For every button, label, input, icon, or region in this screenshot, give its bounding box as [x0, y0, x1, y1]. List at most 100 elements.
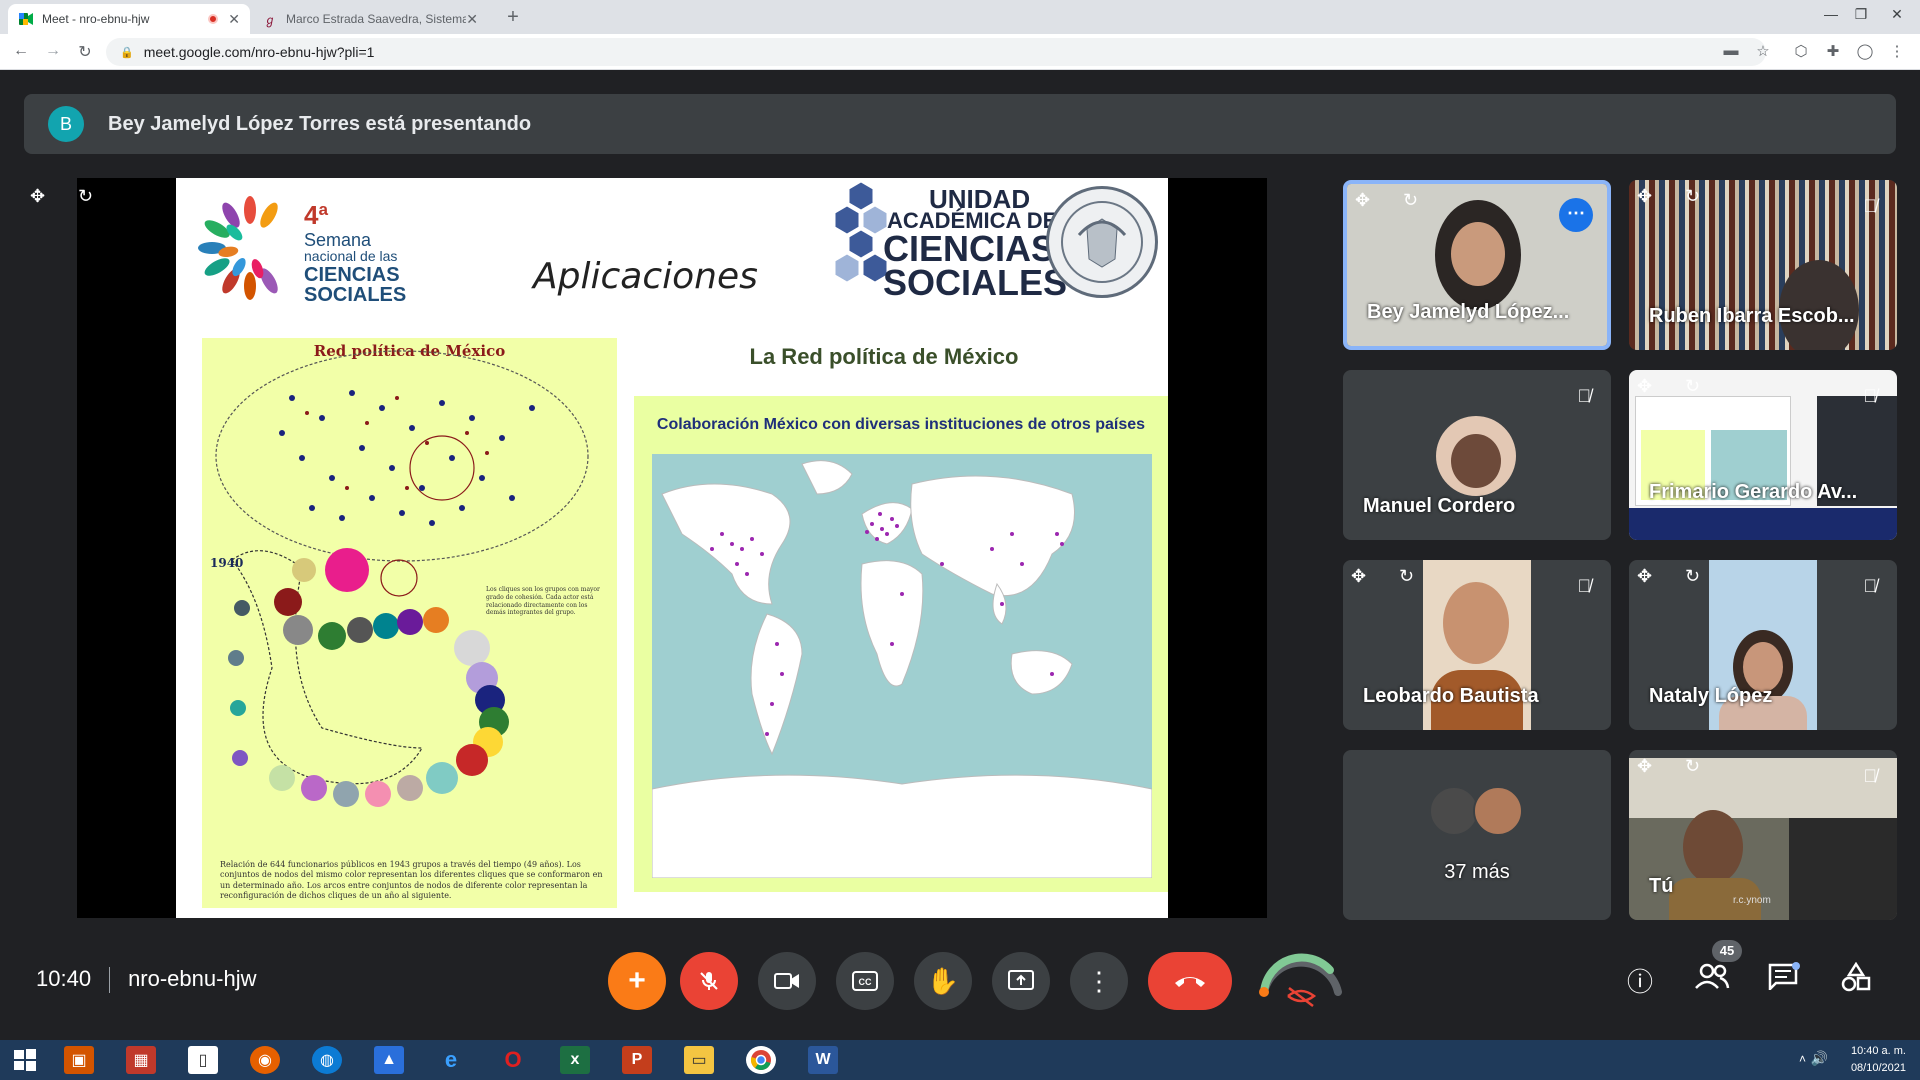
present-now-button[interactable]: [992, 952, 1050, 1010]
bookmark-star-icon[interactable]: ☆: [1752, 42, 1774, 60]
network-year: 1940: [210, 556, 244, 570]
edge-app-icon[interactable]: ◍: [312, 1046, 342, 1074]
leave-call-button[interactable]: [1148, 952, 1232, 1010]
more-options-button[interactable]: ⋮: [1070, 952, 1128, 1010]
excel-app-icon[interactable]: x: [560, 1046, 590, 1074]
raise-hand-button[interactable]: ✋: [914, 952, 972, 1010]
meeting-details-button[interactable]: ⓘ: [1620, 962, 1660, 999]
edition-number: 4ª: [304, 200, 329, 230]
refresh-tile-icon[interactable]: ↻: [1685, 376, 1700, 397]
end-call-icon: [1175, 977, 1205, 987]
participant-name: Ruben Ibarra Escob...: [1649, 305, 1855, 327]
visual-effects-button[interactable]: [1258, 942, 1344, 1012]
close-tab-icon[interactable]: ✕: [466, 11, 478, 28]
shared-slide: 4ª Semana nacional de las CIENCIAS SOCIA…: [176, 178, 1168, 918]
refresh-tile-icon[interactable]: ↻: [1685, 566, 1700, 587]
tab-marco-estrada[interactable]: ℊ Marco Estrada Saavedra, Sistema ✕: [252, 4, 488, 34]
presenting-banner: B Bey Jamelyd López Torres está presenta…: [24, 94, 1896, 154]
mic-muted-icon: 🎙̸: [1863, 386, 1878, 406]
document-favicon-icon: ℊ: [263, 12, 276, 27]
qr-app-icon[interactable]: ▦: [126, 1046, 156, 1074]
address-bar[interactable]: 🔒 meet.google.com/nro-ebnu-hjw?pli=1: [106, 38, 1766, 66]
volume-icon[interactable]: 🔊: [1811, 1050, 1828, 1067]
participant-tile-nataly[interactable]: ✥ ↻ 🎙̸ Nataly López: [1629, 560, 1897, 730]
extensions-puzzle-icon[interactable]: ✚: [1822, 42, 1844, 60]
extension-cube-icon[interactable]: ⬡: [1790, 42, 1812, 60]
refresh-tile-icon[interactable]: ↻: [1685, 186, 1700, 207]
activities-button[interactable]: [1836, 961, 1876, 999]
back-button[interactable]: ←: [10, 42, 32, 60]
windows-start-icon[interactable]: [10, 1046, 40, 1074]
camera-toggle-button[interactable]: [758, 952, 816, 1010]
refresh-tile-icon[interactable]: ↻: [1403, 190, 1418, 211]
chat-button[interactable]: [1764, 962, 1804, 997]
move-tile-icon[interactable]: ✥: [30, 186, 45, 207]
self-video-overlay-text: r.c.ynom: [1733, 895, 1771, 906]
profile-avatar-icon[interactable]: ◯: [1854, 42, 1876, 60]
new-tab-button[interactable]: +: [500, 6, 526, 32]
close-window-button[interactable]: ✕: [1874, 6, 1920, 23]
world-map-image: [652, 454, 1152, 878]
show-hidden-icons-icon[interactable]: ˄: [1799, 1051, 1806, 1068]
network-figure: Red política de México 1940 Los cliques …: [202, 338, 617, 908]
participant-avatar: [1429, 786, 1479, 836]
meeting-code: nro-ebnu-hjw: [128, 966, 257, 991]
word-app-icon[interactable]: W: [808, 1046, 838, 1074]
captions-button[interactable]: CC: [836, 952, 894, 1010]
refresh-tile-icon[interactable]: ↻: [1685, 756, 1700, 777]
participant-name: Nataly López: [1649, 685, 1773, 707]
drive-app-icon[interactable]: ▲: [374, 1046, 404, 1074]
chrome-app-icon[interactable]: [746, 1046, 776, 1074]
more-participants-tile[interactable]: 37 más: [1343, 750, 1611, 920]
notepad-app-icon[interactable]: ▯: [188, 1046, 218, 1074]
tab-title: Meet - nro-ebnu-hjw: [42, 12, 150, 26]
vertical-dots-icon: ⋮: [1086, 965, 1112, 996]
mic-muted-icon: 🎙̸: [1577, 576, 1592, 596]
reload-button[interactable]: ↻: [74, 42, 96, 62]
eye-off-icon: [1259, 953, 1342, 1007]
meet-favicon-icon: [18, 11, 34, 27]
participant-tile-bey[interactable]: ✥ ↻ ⋯ Bey Jamelyd López...: [1343, 180, 1611, 350]
browser-tab-bar: Meet - nro-ebnu-hjw ✕ ℊ Marco Estrada Sa…: [0, 0, 1920, 34]
windows-taskbar: ▣ ▦ ▯ ◉ ◍ ▲ e O x P ▭ W ˄ 🔊 10:40 a. m. …: [0, 1040, 1920, 1080]
more-options-button[interactable]: ⋯: [1559, 198, 1593, 232]
browser-menu-icon[interactable]: ⋮: [1886, 42, 1908, 60]
forward-button[interactable]: →: [42, 42, 64, 60]
camera-indicator-icon[interactable]: ▬: [1720, 42, 1742, 59]
participant-avatar: [1473, 786, 1523, 836]
hexagon-logo-icon: [834, 182, 888, 283]
move-tile-icon[interactable]: ✥: [1637, 376, 1652, 397]
powerpoint-app-icon[interactable]: P: [622, 1046, 652, 1074]
opera-app-icon[interactable]: O: [498, 1046, 528, 1074]
participant-tile-manuel[interactable]: 🎙̸ Manuel Cordero: [1343, 370, 1611, 540]
tab-meet[interactable]: Meet - nro-ebnu-hjw ✕: [8, 4, 250, 34]
system-tray-clock[interactable]: ˄ 🔊 10:40 a. m. 08/10/2021: [1799, 1043, 1906, 1077]
url-text: meet.google.com/nro-ebnu-hjw?pli=1: [143, 44, 375, 60]
mic-off-icon: [700, 972, 718, 990]
move-tile-icon[interactable]: ✥: [1351, 566, 1366, 587]
participant-tile-ruben[interactable]: ✥ ↻ 🎙̸ Ruben Ibarra Escob...: [1629, 180, 1897, 350]
microphone-toggle-button[interactable]: [680, 952, 738, 1010]
move-tile-icon[interactable]: ✥: [1355, 190, 1370, 211]
participants-button[interactable]: [1692, 962, 1732, 997]
meeting-time: 10:40: [36, 966, 92, 991]
add-activity-button[interactable]: +: [608, 952, 666, 1010]
refresh-tile-icon[interactable]: ↻: [1399, 566, 1414, 587]
world-map-figure: Colaboración México con diversas institu…: [634, 396, 1168, 892]
screen-recorder-app-icon[interactable]: ▣: [64, 1046, 94, 1074]
tab-title: Marco Estrada Saavedra, Sistema: [286, 12, 467, 26]
internet-explorer-app-icon[interactable]: e: [436, 1046, 466, 1074]
self-tile[interactable]: ✥ ↻ 🎙̸ Tú r.c.ynom: [1629, 750, 1897, 920]
participant-tile-frimario[interactable]: ✥ ↻ 🎙̸ Frimario Gerardo Av...: [1629, 370, 1897, 540]
closed-captions-icon: CC: [852, 971, 878, 991]
mic-muted-icon: 🎙̸: [1863, 196, 1878, 216]
refresh-tile-icon[interactable]: ↻: [78, 186, 93, 207]
participant-tile-leobardo[interactable]: ✥ ↻ 🎙̸ Leobardo Bautista: [1343, 560, 1611, 730]
move-tile-icon[interactable]: ✥: [1637, 566, 1652, 587]
move-tile-icon[interactable]: ✥: [1637, 756, 1652, 777]
file-explorer-app-icon[interactable]: ▭: [684, 1046, 714, 1074]
move-tile-icon[interactable]: ✥: [1637, 186, 1652, 207]
firefox-app-icon[interactable]: ◉: [250, 1046, 280, 1074]
slide-title: Aplicaciones: [533, 256, 758, 297]
close-tab-icon[interactable]: ✕: [228, 11, 240, 28]
